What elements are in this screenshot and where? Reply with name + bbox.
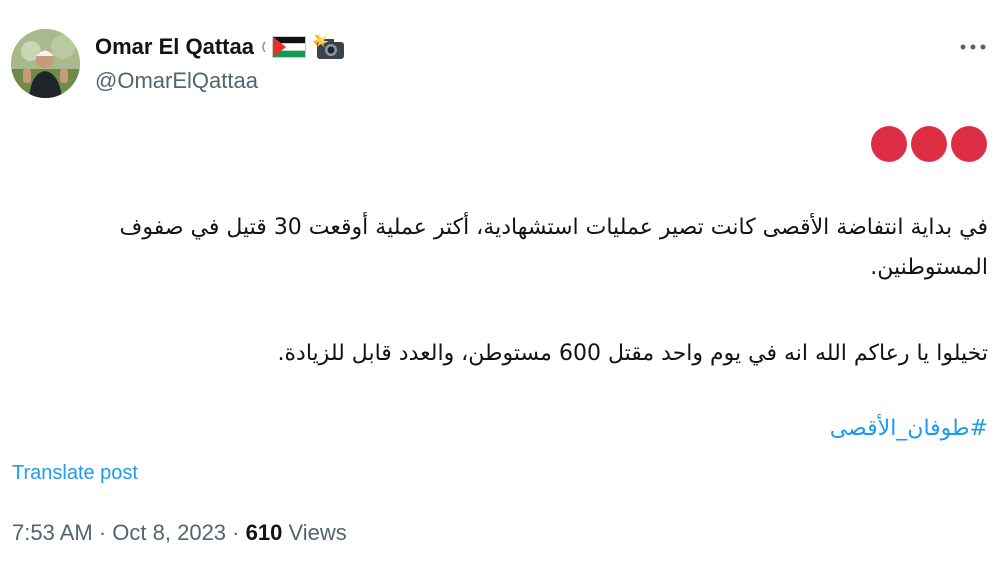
views-count: 610	[245, 520, 283, 545]
meta-separator: ·	[98, 520, 107, 545]
red-circle-icon	[911, 126, 947, 162]
views-label: Views	[288, 520, 347, 545]
post-paragraph-2: تخيلوا يا رعاكم الله انه في يوم واحد مقت…	[277, 341, 988, 366]
verified-accent-icon	[260, 40, 266, 54]
tweet-card: Omar El Qattaa @OmarElQattaa في بداية ان…	[0, 0, 1008, 572]
author-name-row[interactable]: Omar El Qattaa	[95, 33, 346, 61]
post-date[interactable]: Oct 8, 2023	[112, 520, 226, 545]
translate-post-link[interactable]: Translate post	[12, 462, 138, 485]
post-paragraph-1: في بداية انتفاضة الأقصى كانت تصير عمليات…	[119, 215, 988, 280]
more-dots-icon	[960, 44, 986, 50]
hashtag-link[interactable]: #طوفان_الأقصى	[830, 416, 988, 441]
post-time[interactable]: 7:53 AM	[12, 520, 93, 545]
red-circle-icon	[871, 126, 907, 162]
post-meta: 7:53 AM · Oct 8, 2023 · 610 Views	[12, 520, 347, 546]
avatar[interactable]	[11, 29, 80, 98]
palestine-flag-icon	[271, 36, 306, 58]
meta-separator: ·	[232, 520, 240, 545]
display-name[interactable]: Omar El Qattaa	[95, 34, 254, 60]
red-circles-emoji	[871, 126, 987, 162]
red-circle-icon	[951, 126, 987, 162]
more-options-button[interactable]	[955, 32, 991, 62]
avatar-photo	[11, 29, 80, 98]
camera-flash-icon	[312, 33, 346, 61]
author-handle[interactable]: @OmarElQattaa	[95, 68, 258, 94]
